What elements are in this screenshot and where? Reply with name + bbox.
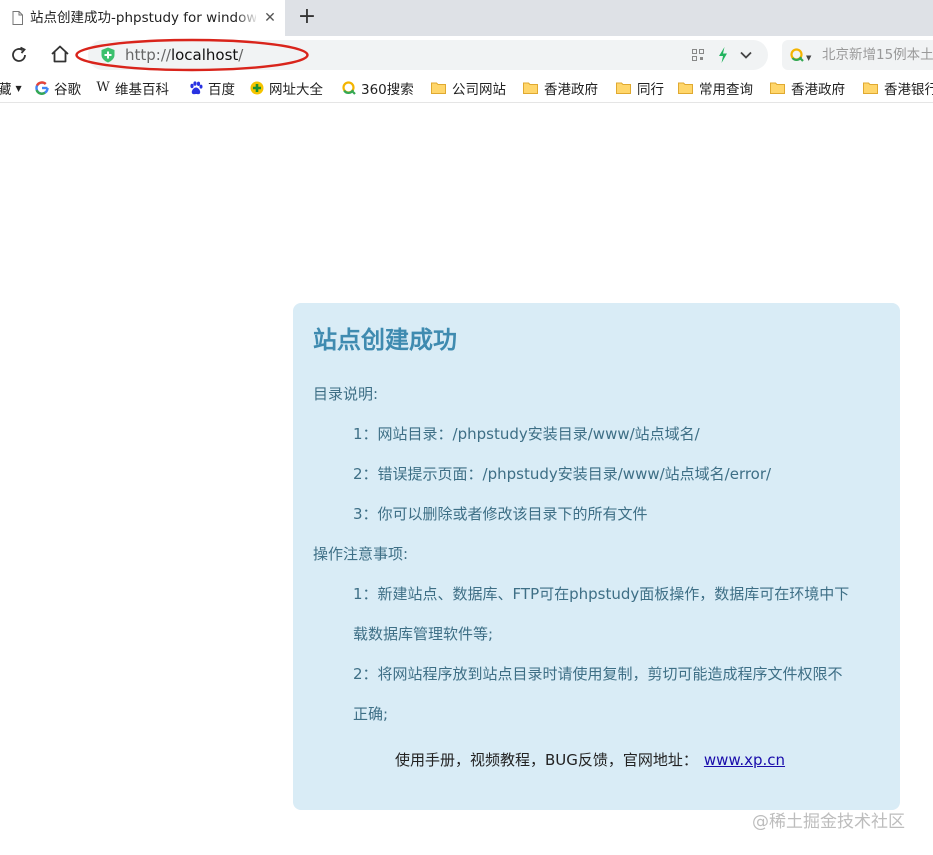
bookmark-label: 谷歌 bbox=[54, 82, 81, 98]
hao123-icon bbox=[250, 81, 264, 95]
success-card: 站点创建成功 目录说明: 1：网站目录：/phpstudy安装目录/www/站点… bbox=[293, 303, 900, 810]
baidu-icon bbox=[190, 81, 203, 95]
search-box[interactable]: ▼ 北京新增15例本土 bbox=[782, 40, 933, 70]
url-path: / bbox=[238, 46, 244, 64]
url-host: localhost bbox=[170, 46, 239, 64]
folder-icon bbox=[431, 82, 446, 94]
wikipedia-icon: W bbox=[96, 80, 110, 95]
official-site-link[interactable]: www.xp.cn bbox=[704, 751, 785, 769]
ops-item-line: 正确; bbox=[353, 705, 389, 723]
bookmark-item[interactable]: 网址大全 bbox=[250, 79, 323, 98]
footer-text: 使用手册，视频教程，BUG反馈，官网地址： bbox=[395, 751, 698, 769]
tab-active[interactable]: 站点创建成功-phpstudy for windows ✕ bbox=[0, 0, 285, 36]
footer-line: 使用手册，视频教程，BUG反馈，官网地址： www.xp.cn bbox=[395, 750, 785, 770]
bookmark-item[interactable]: 同行 bbox=[616, 79, 664, 98]
folder-icon bbox=[616, 82, 631, 94]
ops-item-line: 1：新建站点、数据库、FTP可在phpstudy面板操作，数据库可在环境中下 bbox=[353, 585, 850, 603]
bookmark-item[interactable]: 公司网站 bbox=[431, 79, 506, 98]
bookmark-label: 百度 bbox=[208, 82, 235, 98]
bookmark-label: 公司网站 bbox=[452, 82, 506, 98]
page-title: 站点创建成功 bbox=[313, 326, 457, 354]
new-tab-button[interactable]: + bbox=[296, 6, 318, 28]
bookmark-item[interactable]: 360搜索 bbox=[342, 79, 414, 98]
bookmark-label: 360搜索 bbox=[361, 82, 414, 98]
tab-title-fade bbox=[235, 6, 259, 30]
document-icon bbox=[12, 11, 23, 25]
dir-heading: 目录说明: bbox=[313, 385, 379, 403]
url-text[interactable]: http://localhost/ bbox=[125, 46, 243, 64]
chevron-down-icon: ▼ bbox=[15, 83, 22, 93]
bookmark-label: 网址大全 bbox=[269, 82, 323, 98]
bookmark-label: 同行 bbox=[637, 82, 664, 98]
ops-heading: 操作注意事项: bbox=[313, 545, 409, 563]
bookmark-label: 藏 bbox=[0, 78, 12, 98]
folder-icon bbox=[523, 82, 538, 94]
address-bar[interactable]: http://localhost/ bbox=[88, 40, 768, 70]
dir-item: 3：你可以删除或者修改该目录下的所有文件 bbox=[353, 505, 648, 523]
dir-item: 2：错误提示页面：/phpstudy安装目录/www/站点域名/error/ bbox=[353, 465, 772, 483]
folder-icon bbox=[770, 82, 785, 94]
folder-icon bbox=[678, 82, 693, 94]
watermark: @稀土掘金技术社区 bbox=[752, 812, 905, 832]
bookmark-label: 香港政府 bbox=[791, 82, 845, 98]
ops-item-line: 2：将网站程序放到站点目录时请使用复制，剪切可能造成程序文件权限不 bbox=[353, 665, 843, 683]
tab-title: 站点创建成功-phpstudy for windows bbox=[30, 10, 256, 26]
shield-icon bbox=[101, 47, 115, 63]
qr-code-icon[interactable] bbox=[692, 49, 704, 61]
bookmark-item[interactable]: 香港银行 bbox=[863, 79, 933, 98]
url-scheme: http:// bbox=[125, 46, 171, 64]
bookmark-item[interactable]: 香港政府 bbox=[523, 79, 604, 98]
home-icon[interactable] bbox=[49, 43, 71, 65]
bookmark-label: 常用查询 bbox=[699, 82, 753, 98]
reload-icon[interactable] bbox=[8, 44, 30, 66]
search-engine-dropdown-icon[interactable]: ▼ bbox=[806, 54, 811, 62]
bookmark-item[interactable]: 百度 bbox=[189, 79, 235, 98]
bookmark-item[interactable]: 谷歌 bbox=[35, 79, 81, 98]
bookmark-label: 维基百科 bbox=[115, 82, 169, 98]
bookmark-item[interactable]: 常用查询 bbox=[678, 79, 753, 98]
close-icon[interactable]: ✕ bbox=[262, 10, 278, 26]
search-hint[interactable]: 北京新增15例本土 bbox=[822, 46, 933, 64]
bookmark-label: 香港银行 bbox=[884, 82, 933, 98]
bookmark-item[interactable]: W 维基百科 bbox=[96, 79, 173, 99]
tab-strip: 站点创建成功-phpstudy for windows ✕ + bbox=[0, 0, 933, 36]
bookmark-item[interactable]: 香港政府 bbox=[770, 79, 851, 98]
bookmarks-bar: 藏 ▼ 谷歌 W 维基百科 百度 网址大全 bbox=[0, 74, 933, 103]
dir-item: 1：网站目录：/phpstudy安装目录/www/站点域名/ bbox=[353, 425, 700, 443]
bookmark-item[interactable]: 藏 ▼ bbox=[0, 78, 22, 98]
toolbar: http://localhost/ ▼ 北京新增15例本土 bbox=[0, 36, 933, 74]
google-icon bbox=[35, 81, 49, 95]
ops-item-line: 载数据库管理软件等; bbox=[353, 625, 494, 643]
folder-icon bbox=[863, 82, 878, 94]
bookmark-label: 香港政府 bbox=[544, 82, 598, 98]
so360-icon bbox=[342, 81, 356, 95]
lightning-icon[interactable] bbox=[718, 47, 728, 63]
search-engine-icon bbox=[790, 48, 804, 62]
chevron-down-icon[interactable] bbox=[739, 49, 753, 61]
